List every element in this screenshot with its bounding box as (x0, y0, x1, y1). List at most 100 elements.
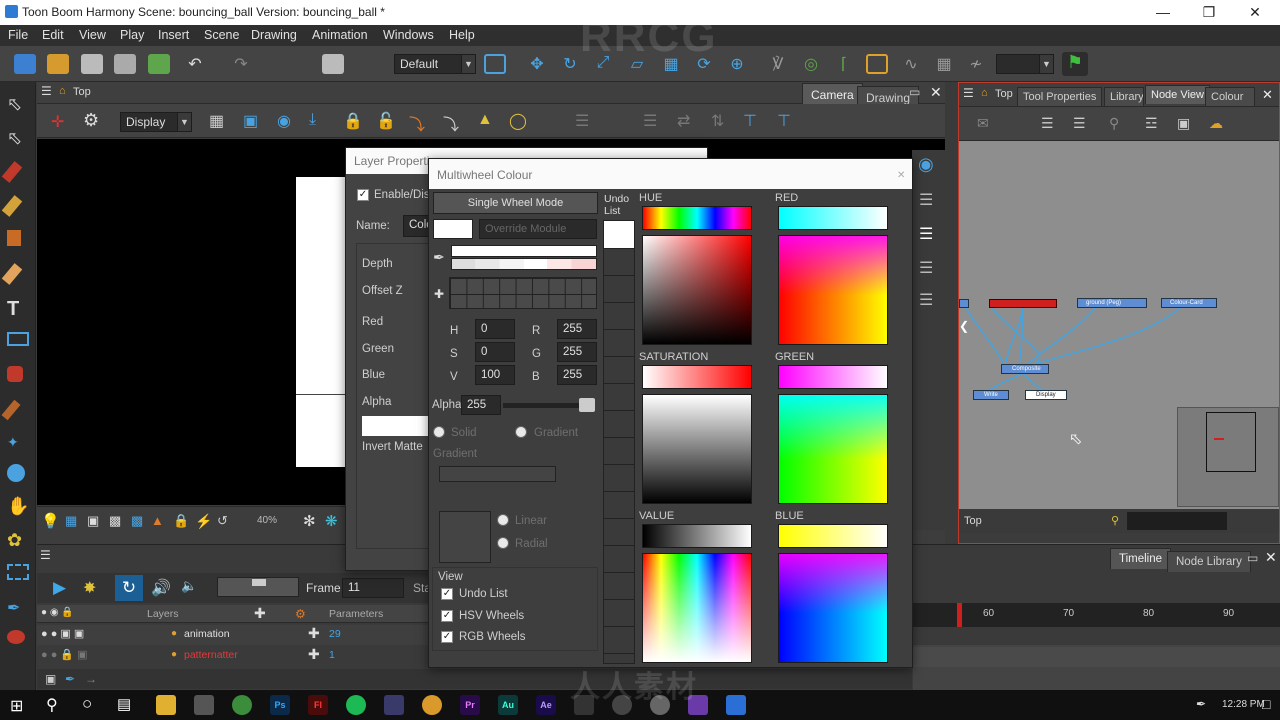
saturation-field[interactable]: 0 (475, 342, 515, 362)
eyedropper-icon[interactable]: ✒ (433, 249, 445, 266)
eraser-tool-icon[interactable] (1, 263, 23, 285)
dropper-tool-icon[interactable] (1, 399, 21, 421)
solid-radio[interactable] (433, 426, 445, 438)
timeline-brush-icon[interactable]: ✒ (65, 672, 75, 686)
camera-breadcrumb[interactable]: Top (73, 86, 91, 98)
menu-insert[interactable]: Insert (158, 28, 189, 42)
display-select[interactable]: Display ▼ (120, 112, 192, 132)
track-row[interactable] (913, 647, 1280, 667)
light-icon[interactable]: 💡 (41, 512, 60, 530)
render-icon[interactable]: ❋ (325, 512, 338, 530)
spotify-icon[interactable] (346, 695, 366, 715)
timeline-arrow-icon[interactable]: → (85, 672, 97, 686)
close-button[interactable]: ✕ (1232, 0, 1278, 25)
light-table-icon[interactable]: ⤓ (309, 111, 316, 129)
padlock-icon[interactable]: 🔒 (173, 513, 189, 529)
depth-icon[interactable]: ▦ (65, 513, 77, 529)
tab-node-library[interactable]: Node Library (1167, 551, 1251, 572)
hand-tool-icon[interactable]: ✋ (7, 496, 29, 518)
menu-windows[interactable]: Windows (383, 28, 434, 42)
node-search-field[interactable] (1127, 512, 1227, 530)
curve-icon[interactable]: ∿ (900, 54, 922, 74)
node-selected[interactable] (989, 299, 1057, 308)
pencil-tool-icon[interactable] (1, 195, 23, 217)
morph-tool-icon[interactable]: ✿ (7, 530, 29, 552)
save-as-icon[interactable] (114, 54, 136, 74)
value-bar[interactable] (642, 524, 752, 548)
sound-icon[interactable]: 🔊 (151, 578, 171, 598)
windows-start-icon[interactable]: ⊞ (10, 696, 23, 716)
node-find-icon[interactable]: ⚲ (1111, 514, 1119, 527)
node-cloud-icon[interactable]: ☁ (1209, 115, 1223, 132)
collapse-left-icon[interactable]: ❮ (959, 319, 969, 333)
hue-field[interactable]: 0 (475, 319, 515, 339)
harmony-icon[interactable] (574, 695, 594, 715)
add-swatch-icon[interactable]: ✚ (434, 287, 444, 301)
lightbulb-outline-icon[interactable]: ▲ (151, 513, 164, 528)
play-selection-icon[interactable]: ✸ (83, 578, 96, 598)
distribute-icon[interactable]: ⊤ (777, 111, 791, 131)
node-mail-icon[interactable]: ✉ (977, 115, 989, 132)
enable-checkbox[interactable]: ✓ (357, 189, 369, 201)
red-bar[interactable] (778, 206, 888, 230)
green-bar[interactable] (778, 365, 888, 389)
rectangle-tool-icon[interactable] (7, 332, 29, 346)
add-layer-icon[interactable]: ✚ (254, 605, 266, 622)
cortana-icon[interactable]: ○ (82, 694, 92, 714)
playback-speed-slider[interactable] (217, 577, 299, 597)
override-module-field[interactable]: Override Module (479, 219, 597, 239)
grid-toggle-icon[interactable]: ▦ (209, 111, 224, 131)
single-wheel-mode-button[interactable]: Single Wheel Mode (433, 192, 598, 214)
envelope-icon[interactable]: ≁ (965, 54, 987, 74)
import-icon[interactable] (148, 54, 170, 74)
layer-name-field[interactable]: Colo (403, 215, 433, 237)
layer-props-icon[interactable]: ⚙ (295, 607, 306, 621)
reset-view-icon[interactable]: ↺ (217, 513, 228, 529)
open-folder-icon[interactable] (47, 54, 69, 74)
clipboard-icon[interactable] (322, 54, 344, 74)
playhead[interactable] (957, 603, 962, 627)
close-panel-icon[interactable]: ✕ (930, 84, 942, 101)
audition-icon[interactable]: Au (498, 695, 518, 715)
blue-square[interactable] (778, 553, 888, 663)
browser-icon[interactable] (422, 695, 442, 715)
tab-colour[interactable]: Colour (1205, 87, 1255, 106)
lock-plus-icon[interactable]: 🔓 (376, 111, 396, 131)
loop-icon[interactable]: ↻ (115, 575, 143, 601)
green-square[interactable] (778, 394, 888, 504)
sound-scrub-icon[interactable]: 🔈 (181, 578, 197, 594)
search-icon[interactable]: ⚲ (46, 695, 58, 715)
menu-file[interactable]: File (8, 28, 28, 42)
undo-entry[interactable] (604, 221, 634, 248)
colour-swatch[interactable] (362, 416, 428, 436)
layers-icon[interactable]: ☰ (575, 111, 589, 131)
layer-row-toggles[interactable]: ● ● ▣ ▣ (41, 627, 84, 640)
restore-button[interactable]: ❐ (1186, 0, 1232, 25)
animate-mode-icon[interactable]: ✛ (51, 112, 64, 132)
lock-icon[interactable]: 🔒 (343, 111, 363, 131)
frame-icon[interactable]: ▣ (87, 513, 99, 529)
track-row[interactable] (913, 627, 1280, 645)
scale-icon[interactable]: ⤢ (592, 54, 614, 74)
stack-active-icon[interactable]: ☰ (919, 224, 933, 244)
recent-colour-bar[interactable] (451, 245, 597, 257)
undo-list[interactable] (603, 220, 635, 664)
layer-add-icon[interactable]: ✚ (308, 646, 320, 663)
frame-field[interactable]: 11 (342, 578, 404, 598)
node-partial[interactable] (959, 299, 969, 308)
task-view-icon[interactable]: ▤ (117, 695, 131, 713)
colour-pot-icon[interactable] (7, 630, 25, 644)
file-explorer-icon[interactable] (156, 695, 176, 715)
stack-icon[interactable]: ☰ (643, 111, 657, 131)
safe-area-icon[interactable]: ▣ (243, 111, 258, 131)
app-purple-icon[interactable] (688, 695, 708, 715)
flip-v-icon[interactable]: ⇅ (711, 111, 724, 131)
flash-icon[interactable]: ⚡ (195, 513, 212, 530)
value-field[interactable]: 100 (475, 365, 515, 385)
node-breadcrumb[interactable]: Top (995, 88, 1013, 100)
menu-view[interactable]: View (79, 28, 106, 42)
tab-camera[interactable]: Camera (802, 83, 863, 106)
workspace-select[interactable]: Default ▼ (394, 54, 476, 74)
render-settings-icon[interactable]: ✻ (303, 512, 316, 530)
stamp-tool-icon[interactable] (7, 230, 21, 246)
